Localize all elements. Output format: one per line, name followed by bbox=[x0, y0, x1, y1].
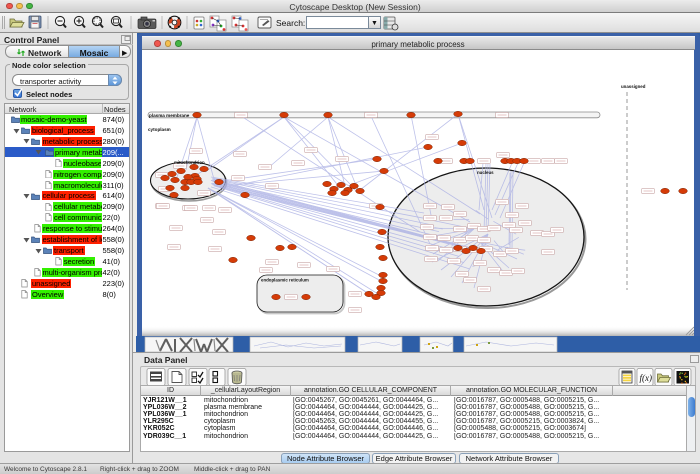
svg-text:f(x): f(x) bbox=[640, 373, 653, 383]
svg-text:plasma membrane: plasma membrane bbox=[149, 112, 190, 117]
svg-text:cytoplasm: cytoplasm bbox=[148, 127, 171, 132]
svg-text:nucleus: nucleus bbox=[477, 170, 494, 175]
svg-text:unassigned: unassigned bbox=[621, 84, 646, 89]
svg-text:mitochondrion: mitochondrion bbox=[174, 160, 205, 165]
svg-text:endoplasmic reticulum: endoplasmic reticulum bbox=[261, 277, 309, 282]
